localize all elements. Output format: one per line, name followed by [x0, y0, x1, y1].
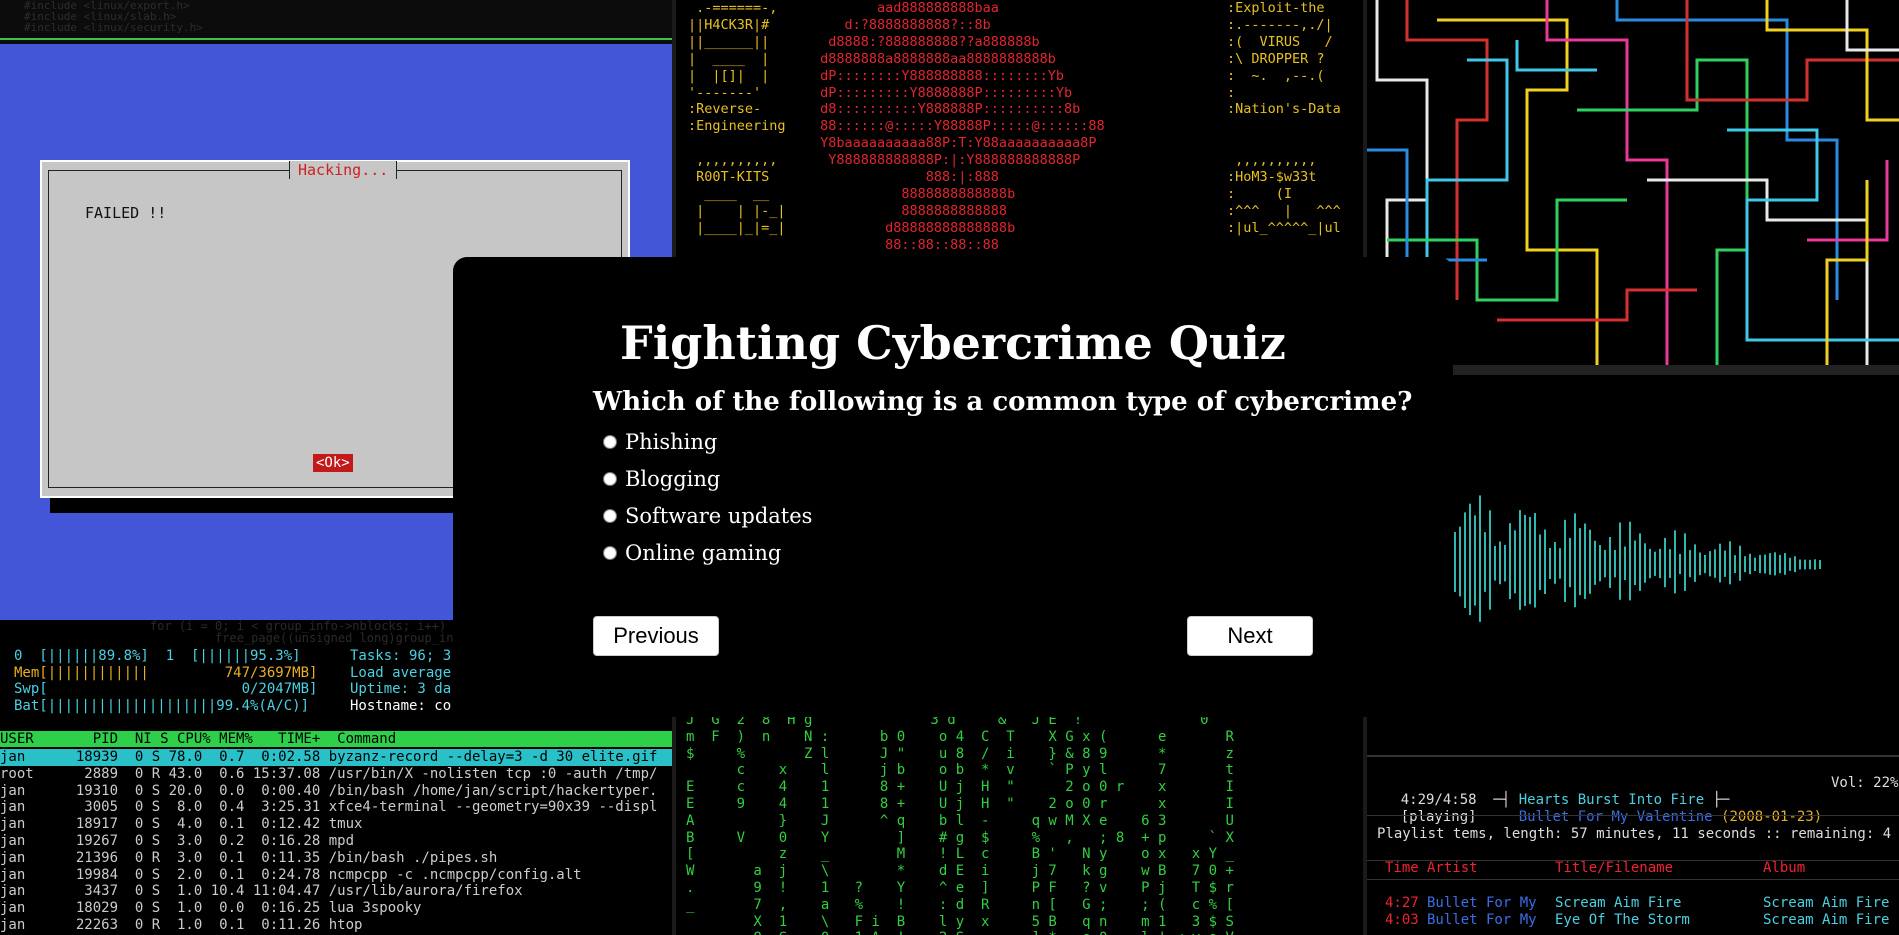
player-status: [playing] [1400, 809, 1477, 825]
option-label: Phishing [625, 430, 718, 454]
next-button[interactable]: Next [1187, 616, 1313, 656]
htop-summary: Tasks: 96; 3 Load average Uptime: 3 da H… [350, 648, 451, 714]
table-row[interactable]: jan 21396 0 R 3.0 0.1 0:11.35 /bin/bash … [0, 850, 672, 867]
playlist-cell-album: Scream Aim Fire [1763, 912, 1890, 928]
cpu0-meter: 0 [||||||89.8%] [14, 648, 149, 664]
load-label: Load average [350, 664, 452, 681]
ascii-art-panel: .-======-, ||H4CK3R|# ||______|| | ____ … [672, 0, 1367, 258]
playlist-cell-title: Scream Aim Fire [1555, 895, 1682, 911]
matrix-rain-panel: J G 2 8 H g 3 d & J E ! 0 m F ) n N : b … [672, 700, 1367, 935]
radio-button[interactable] [603, 435, 617, 449]
playlist-cell-title: Eye Of The Storm [1555, 912, 1690, 928]
cpu1-meter: 1 [||||||95.3%] [165, 648, 301, 664]
table-row[interactable]: jan 18917 0 S 4.0 0.1 0:12.42 tmux [0, 816, 672, 833]
dialog-message: FAILED !! [85, 204, 167, 222]
ascii-skull: aad888888888baa d:?8888888888?::8b d8888… [820, 0, 1105, 253]
dialog-ok-button[interactable]: <Ok> [313, 454, 353, 472]
playlist-info: Playlist tems, length: 57 minutes, 11 se… [1377, 826, 1892, 842]
table-row[interactable]: jan 3005 0 S 8.0 0.4 3:25.31 xfce4-termi… [0, 799, 672, 816]
htop-header[interactable]: USER PID NI S CPU% MEM% TIME+ Command [0, 731, 672, 747]
mem-meter: Mem[|||||||||||| 747/3697MB] [14, 664, 318, 681]
col-album[interactable]: Album [1763, 860, 1805, 877]
playlist-cell-album: Scream Aim Fire [1763, 895, 1890, 911]
previous-button[interactable]: Previous [593, 616, 719, 656]
quiz-modal: Fighting Cybercrime Quiz Which of the fo… [453, 257, 1453, 717]
radio-button[interactable] [603, 472, 617, 486]
quiz-question: Which of the following is a common type … [593, 387, 1413, 417]
dialog-title: Hacking... [289, 161, 398, 179]
table-row[interactable]: jan 3437 0 S 1.0 10.4 11:04.47 /usr/lib/… [0, 883, 672, 900]
music-player-panel: 4:29/4:58 ─┤ Hearts Burst Into Fire ├─ V… [1367, 755, 1899, 935]
table-row[interactable]: jan 18939 0 S 78.0 0.7 0:02.58 byzanz-re… [0, 749, 672, 766]
radio-button[interactable] [603, 546, 617, 560]
option-software-updates[interactable]: Software updates [603, 502, 812, 530]
swp-meter: Swp[ 0/2047MB] [14, 681, 318, 697]
col-time[interactable]: Time [1385, 860, 1419, 877]
separator-line [0, 38, 672, 40]
table-row[interactable]: root 2889 0 R 43.0 0.6 15:37.08 /usr/bin… [0, 766, 672, 783]
volume-label: Vol: 22% [1831, 775, 1899, 791]
now-playing-artist: Bullet For My Valentine [1518, 809, 1713, 825]
playlist-cell-time: 4:03 [1385, 912, 1419, 928]
uptime-label: Uptime: 3 da [350, 681, 452, 697]
table-row[interactable]: jan 18029 0 S 1.0 0.0 0:16.25 lua 3spook… [0, 900, 672, 917]
playlist-cell-artist: Bullet For My [1427, 912, 1537, 928]
option-blogging[interactable]: Blogging [603, 465, 720, 493]
ascii-left: .-======-, ||H4CK3R|# ||______|| | ____ … [688, 0, 786, 236]
bat-meter: Bat[||||||||||||||||||||99.4%(A/C)] [14, 697, 310, 714]
radio-button[interactable] [603, 509, 617, 523]
table-row[interactable]: jan 19267 0 S 3.0 0.2 0:16.28 mpd [0, 833, 672, 850]
option-label: Blogging [625, 467, 721, 491]
col-artist[interactable]: Artist [1427, 860, 1478, 877]
now-playing-date: (2008-01-23) [1721, 809, 1823, 825]
playlist-cell-time: 4:27 [1385, 895, 1419, 911]
option-label: Online gaming [625, 541, 782, 565]
option-online-gaming[interactable]: Online gaming [603, 539, 781, 567]
htop-meters: 0 [||||||89.8%] 1 [||||||95.3%] Mem[||||… [14, 648, 317, 714]
table-row[interactable]: jan 22263 0 R 1.0 0.1 0:11.26 htop [0, 917, 672, 934]
col-title[interactable]: Title/Filename [1555, 860, 1673, 877]
tasks-label: Tasks: 96; 3 [350, 648, 452, 664]
ascii-right: :Exploit-the :.-------,./| :( VIRUS / :\… [1227, 0, 1341, 236]
table-row[interactable]: jan 19984 0 S 2.0 0.1 0:24.78 ncmpcpp -c… [0, 867, 672, 884]
option-phishing[interactable]: Phishing [603, 428, 717, 456]
table-row[interactable]: jan 19310 0 S 20.0 0.0 0:00.40 /bin/bash… [0, 783, 672, 800]
quiz-title: Fighting Cybercrime Quiz [620, 316, 1286, 370]
option-label: Software updates [625, 504, 813, 528]
matrix-text: J G 2 8 H g 3 d & J E ! 0 m F ) n N : b … [686, 712, 1234, 935]
playlist-cell-artist: Bullet For My [1427, 895, 1537, 911]
hostname-label: Hostname: co [350, 697, 452, 714]
